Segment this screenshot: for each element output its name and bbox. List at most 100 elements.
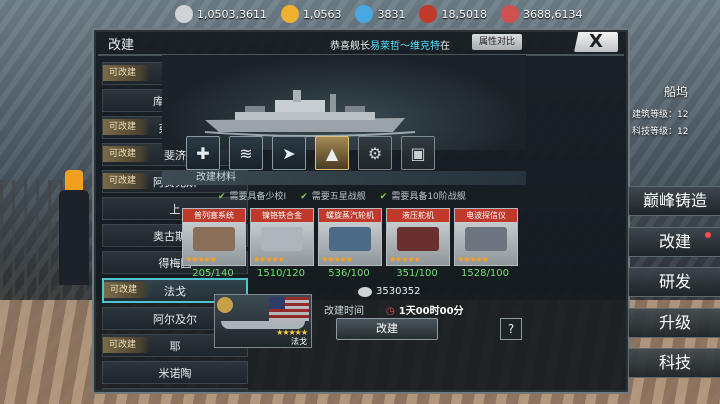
refit-option-button[interactable]: ✚ xyxy=(186,136,220,170)
refit-option-button[interactable]: ▣ xyxy=(401,136,435,170)
requirement-item: ✔ 需要具备少校Ⅰ xyxy=(218,189,286,202)
refit-cost: 3530352 xyxy=(358,286,421,297)
notice-player-name: 易莱哲～维克特 xyxy=(370,41,440,52)
material-count: 1510/120 xyxy=(257,268,305,279)
resource-value: 1,0503,3611 xyxy=(197,7,267,21)
refit-available-tag: 可改建 xyxy=(103,146,151,162)
silver-coin-icon xyxy=(358,286,372,297)
refit-available-tag: 可改建 xyxy=(104,282,152,298)
material-card: 电波探信仪 ★★★★★ xyxy=(454,208,518,266)
refit-button[interactable]: 改建 xyxy=(336,318,438,340)
resource-item: 18,5018 xyxy=(419,5,487,23)
build-level: 建筑等级：12 xyxy=(632,110,689,120)
material-name: 普列塞系统 xyxy=(183,209,245,222)
refit-time-label: 改建时间 xyxy=(324,306,364,317)
refit-available-tag: 可改建 xyxy=(103,173,151,189)
notification-dot-icon xyxy=(705,232,711,238)
materials-header: 改建材料 xyxy=(162,171,526,185)
material-count: 1528/100 xyxy=(461,268,509,279)
gold-coin-icon xyxy=(280,5,299,23)
broadcast-notice: 恭喜舰长易莱哲～维克特在 xyxy=(330,37,450,52)
refit-available-tag: 可改建 xyxy=(103,337,151,353)
resource-item: 1,0503,3611 xyxy=(175,5,267,23)
refit-time: ◷ 1天00时00分 xyxy=(386,302,464,317)
sidebar-button-label: 科技 xyxy=(658,353,691,372)
resource-item: 3831 xyxy=(355,5,405,23)
plus-upgrade-icon: ✚ xyxy=(196,143,210,163)
attribute-compare-button[interactable]: 属性对比 xyxy=(472,34,522,50)
ship-name: 阿尔及尔 xyxy=(153,312,197,326)
material-count: 536/100 xyxy=(328,268,370,279)
ship-card-name: 法戈 xyxy=(291,337,307,346)
sidebar-button[interactable]: 升级 xyxy=(628,308,720,338)
requirement-text: 需要五星战舰 xyxy=(311,192,366,202)
speed-lines-icon: ≋ xyxy=(239,143,253,163)
ship-name: 上 xyxy=(169,202,181,216)
requirement-item: ✔ 需要五星战舰 xyxy=(300,189,366,202)
sidebar-button[interactable]: 巅峰铸造 xyxy=(628,186,720,216)
refit-option-button[interactable]: ≋ xyxy=(229,136,263,170)
ship-list-item[interactable]: 米诺陶 xyxy=(102,361,248,384)
check-icon: ✔ xyxy=(300,192,308,202)
resource-value: 3831 xyxy=(377,7,406,21)
tech-level: 科技等级：12 xyxy=(632,127,689,137)
material-card: 液压舵机 ★★★★★ xyxy=(386,208,450,266)
sidebar-button[interactable]: 研发 xyxy=(628,267,720,297)
material-item[interactable]: 电波探信仪 ★★★★★ 1528/100 xyxy=(454,208,518,279)
ship-card[interactable]: ★★★★★ 法戈 xyxy=(214,294,312,348)
material-item[interactable]: 螺旋蒸汽轮机 ★★★★★ 536/100 xyxy=(318,208,382,279)
material-stars: ★★★★★ xyxy=(389,255,421,264)
material-card: 螺旋蒸汽轮机 ★★★★★ xyxy=(318,208,382,266)
fuel-barrel-icon xyxy=(419,5,438,23)
material-item[interactable]: 普列塞系统 ★★★★★ 205/140 xyxy=(182,208,246,279)
requirement-text: 需要具备10阶战舰 xyxy=(391,192,466,202)
close-button[interactable]: X xyxy=(574,32,618,52)
refit-option-button[interactable]: ⚙ xyxy=(358,136,392,170)
material-name: 电波探信仪 xyxy=(455,209,517,222)
refit-options: ✚ ≋ ➤ ▲ ⚙ ▣ xyxy=(186,136,435,170)
clock-icon: ◷ xyxy=(386,306,395,317)
ship-name: 法戈 xyxy=(164,284,186,298)
material-image xyxy=(193,227,235,251)
officer-figure xyxy=(55,170,95,285)
material-name: 液压舵机 xyxy=(387,209,449,222)
material-card: 镍铬铁合金 ★★★★★ xyxy=(250,208,314,266)
gold-upgrade-icon: ▲ xyxy=(325,143,339,163)
crystal-icon xyxy=(355,5,374,23)
requirement-text: 需要具备少校Ⅰ xyxy=(229,192,287,202)
refit-available-tag: 可改建 xyxy=(103,119,151,135)
silver-coin-icon xyxy=(175,5,193,23)
check-icon: ✔ xyxy=(218,192,226,202)
ship-name: 米诺陶 xyxy=(158,366,192,380)
material-stars: ★★★★★ xyxy=(185,255,217,264)
sidebar-button[interactable]: 改建 xyxy=(628,227,720,257)
resource-item: 3688,6134 xyxy=(500,5,583,23)
check-icon: ✔ xyxy=(379,192,388,202)
materials-row: 普列塞系统 ★★★★★ 205/140 镍铬铁合金 ★★★★★ 1510/120 螺旋蒸汽轮… xyxy=(182,208,518,279)
refit-available-tag: 可改建 xyxy=(103,65,151,81)
material-item[interactable]: 镍铬铁合金 ★★★★★ 1510/120 xyxy=(250,208,314,279)
material-image xyxy=(465,227,507,251)
requirements: ✔ 需要具备少校Ⅰ ✔ 需要五星战舰 ✔ 需要具备10阶战舰 xyxy=(218,189,466,202)
material-count: 205/140 xyxy=(192,268,234,279)
sidebar-button-label: 升级 xyxy=(658,313,691,332)
flag-icon xyxy=(269,297,309,321)
refit-option-button[interactable]: ▲ xyxy=(315,136,349,170)
steel-icon xyxy=(500,5,519,23)
material-stars: ★★★★★ xyxy=(321,255,353,264)
ship-list-item[interactable]: 贝佐夫 xyxy=(102,388,248,390)
material-item[interactable]: 液压舵机 ★★★★★ 351/100 xyxy=(386,208,450,279)
material-card: 普列塞系统 ★★★★★ xyxy=(182,208,246,266)
cost-value: 3530352 xyxy=(376,286,421,297)
torpedo-icon: ➤ xyxy=(282,143,296,163)
resource-value: 3688,6134 xyxy=(522,7,583,21)
help-button[interactable]: ? xyxy=(500,318,522,340)
material-stars: ★★★★★ xyxy=(457,255,489,264)
material-image xyxy=(329,227,371,251)
sidebar-button[interactable]: 科技 xyxy=(628,348,720,378)
notice-prefix: 恭喜舰长 xyxy=(330,41,370,52)
material-stars: ★★★★★ xyxy=(253,255,285,264)
material-name: 螺旋蒸汽轮机 xyxy=(319,209,381,222)
material-image xyxy=(261,227,303,251)
refit-option-button[interactable]: ➤ xyxy=(272,136,306,170)
